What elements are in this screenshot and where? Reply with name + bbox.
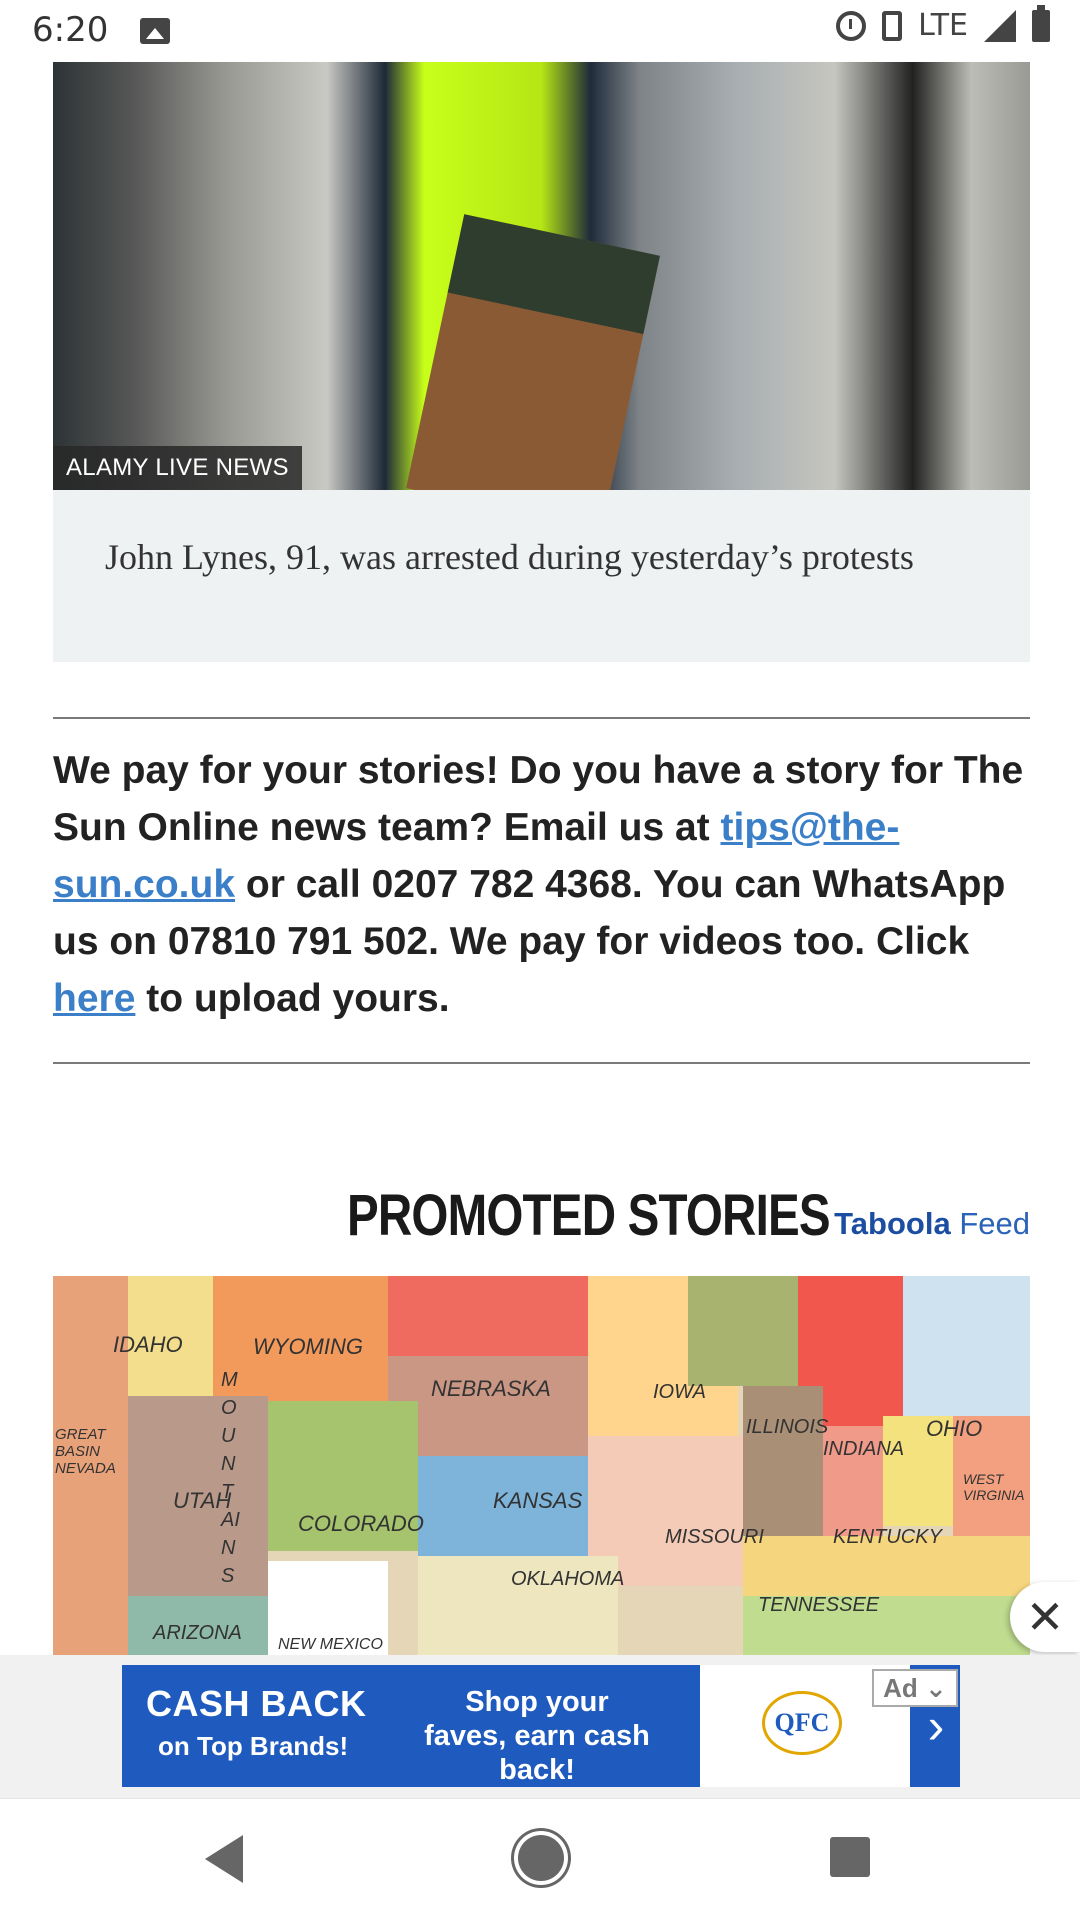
article-image[interactable]: ALAMY LIVE NEWS [53, 62, 1030, 490]
ad-shop-text: Shop your faves, earn cash back! [424, 1686, 650, 1786]
image-caption: John Lynes, 91, was arrested during yest… [105, 537, 914, 577]
map-label: COLORADO [298, 1511, 424, 1536]
map-label: IDAHO [113, 1332, 183, 1357]
divider-bottom [53, 1062, 1030, 1064]
ad-bar: CASH BACK on Top Brands! Shop your faves… [0, 1655, 1080, 1798]
ad-cash-back: CASH BACK [146, 1683, 367, 1724]
tips-paragraph: We pay for your stories! Do you have a s… [53, 742, 1030, 1027]
map-label: GREAT BASIN NEVADA [55, 1426, 116, 1477]
status-time: 6:20 [32, 10, 109, 50]
ad-banner[interactable]: CASH BACK on Top Brands! Shop your faves… [122, 1665, 960, 1787]
map-label: MOUNTAINS [221, 1369, 240, 1587]
map-label: NEW MEXICO [278, 1636, 383, 1653]
image-caption-box: John Lynes, 91, was arrested during yest… [53, 490, 1030, 662]
tips-text-3: to upload yours. [135, 977, 450, 1020]
map-region-dakota [388, 1276, 588, 1356]
map-label: KENTUCKY [833, 1526, 942, 1548]
back-icon[interactable] [205, 1835, 243, 1883]
taboola-feed-link[interactable]: Taboola Feed [834, 1206, 1030, 1242]
network-type: LTE [918, 8, 968, 43]
signal-icon [984, 9, 1016, 42]
navigation-bar [0, 1798, 1080, 1921]
map-label: TENNESSEE [758, 1594, 880, 1616]
map-label: NEBRASKA [431, 1376, 551, 1401]
ad-choices-badge[interactable]: Ad ⌄ [872, 1669, 958, 1707]
promoted-story-map-image[interactable]: IDAHO WYOMING NEBRASKA IOWA ILLINOIS IND… [53, 1276, 1030, 1656]
divider-top [53, 717, 1030, 719]
map-label: MISSOURI [665, 1526, 764, 1548]
map-label: INDIANA [823, 1438, 905, 1460]
home-icon[interactable] [518, 1835, 564, 1881]
battery-icon [1032, 4, 1050, 42]
feed-label: Feed [959, 1206, 1030, 1241]
image-notification-icon [140, 18, 170, 44]
map-label: WYOMING [253, 1334, 363, 1359]
map-label: WEST VIRGINIA [963, 1471, 1025, 1503]
map-region-nebraska [388, 1356, 588, 1456]
image-credit: ALAMY LIVE NEWS [53, 446, 302, 490]
image-bag-shape [406, 214, 660, 490]
alarm-icon [836, 10, 867, 41]
promoted-stories-header: PROMOTED STORIES Taboola Feed [0, 1182, 1030, 1262]
map-label: OHIO [926, 1416, 983, 1441]
status-icons: LTE [836, 4, 1050, 43]
map-region-lakes [903, 1276, 1030, 1416]
upload-here-link[interactable]: here [53, 977, 135, 1020]
qfc-logo: QFC [762, 1691, 842, 1755]
map-label: ARIZONA [153, 1622, 242, 1644]
map-label: IOWA [653, 1381, 706, 1403]
status-bar: 6:20 LTE [0, 0, 1080, 62]
map-region-wisconsin [688, 1276, 798, 1386]
map-label: KANSAS [493, 1488, 583, 1513]
promoted-stories-title: PROMOTED STORIES [347, 1183, 831, 1248]
close-ad-button[interactable]: ✕ [1010, 1582, 1080, 1652]
map-label: OKLAHOMA [511, 1568, 625, 1590]
recents-icon[interactable] [830, 1837, 870, 1877]
taboola-logo: Taboola [834, 1206, 951, 1241]
map-label: ILLINOIS [746, 1416, 829, 1438]
ad-cash-back-sub: on Top Brands! [158, 1731, 349, 1761]
vibrate-icon [882, 10, 903, 41]
